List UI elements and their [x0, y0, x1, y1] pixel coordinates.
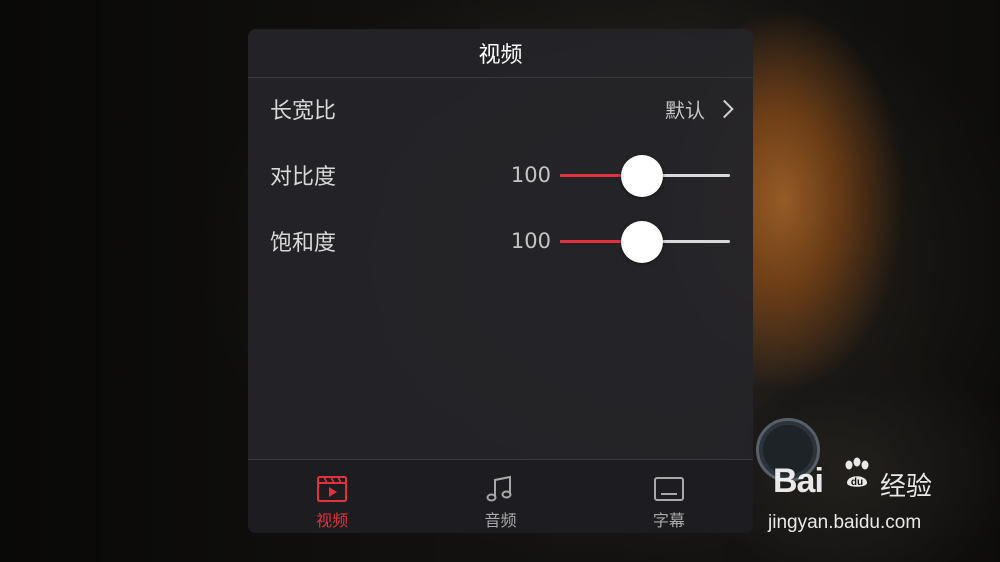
tab-audio-label: 音频 — [484, 511, 517, 530]
saturation-row: 饱和度 100 — [248, 220, 753, 263]
svg-text:du: du — [851, 477, 863, 488]
tab-video-label: 视频 — [316, 511, 349, 530]
contrast-slider[interactable] — [560, 154, 730, 197]
tab-audio[interactable]: 音频 — [416, 460, 584, 533]
tab-video[interactable]: 视频 — [248, 460, 416, 533]
baidu-paw-icon: du — [845, 457, 869, 488]
panel-title: 视频 — [478, 43, 523, 68]
subtitle-icon — [653, 477, 684, 501]
aspect-ratio-row[interactable]: 长宽比 默认 — [248, 89, 753, 129]
baidu-jingyan-text: 经验 — [880, 472, 933, 502]
video-clapper-icon — [317, 476, 348, 502]
video-settings-panel: 视频 长宽比 默认 对比度 100 饱和度 100 视频 音频 字幕 — [248, 29, 753, 533]
tab-subtitle-label: 字幕 — [652, 511, 685, 530]
panel-header: 视频 — [248, 29, 753, 78]
contrast-value: 100 — [510, 163, 551, 187]
bottom-tab-bar: 视频 音频 字幕 — [248, 459, 753, 533]
saturation-label: 饱和度 — [270, 231, 337, 256]
music-note-icon — [486, 475, 512, 502]
saturation-slider-thumb[interactable] — [620, 220, 663, 263]
baidu-logo-text: Bai — [773, 462, 824, 500]
watermark-url: jingyan.baidu.com — [768, 512, 922, 533]
contrast-row: 对比度 100 — [248, 154, 753, 197]
saturation-value: 100 — [510, 229, 551, 253]
saturation-slider[interactable] — [560, 220, 730, 263]
tab-subtitle[interactable]: 字幕 — [585, 460, 753, 533]
aspect-ratio-label: 长宽比 — [270, 99, 337, 124]
contrast-slider-thumb[interactable] — [620, 154, 663, 197]
contrast-label: 对比度 — [270, 165, 337, 190]
chevron-right-icon — [715, 99, 734, 119]
aspect-ratio-value: 默认 — [665, 98, 705, 123]
